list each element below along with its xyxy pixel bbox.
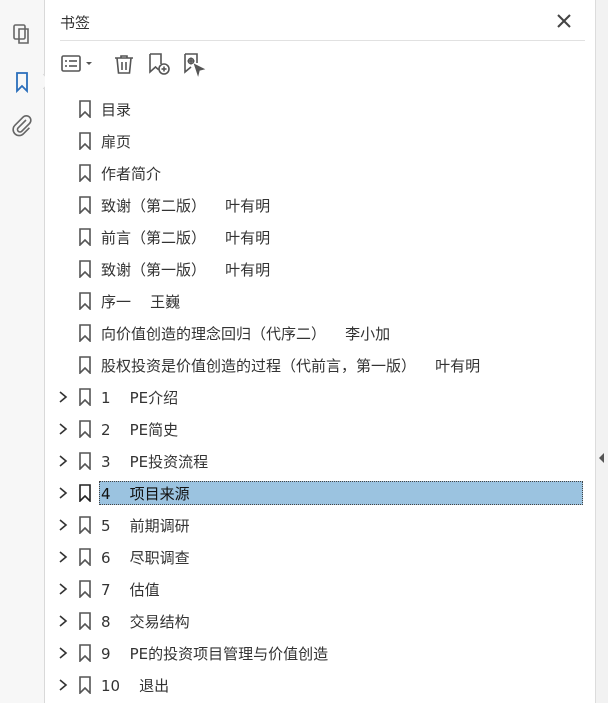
bookmark-icon bbox=[79, 100, 91, 118]
bookmark-item[interactable]: 向价值创造的理念回归（代序二） 李小加 bbox=[45, 317, 596, 349]
options-menu-icon bbox=[61, 55, 92, 72]
options-menu-button[interactable] bbox=[60, 50, 96, 78]
bookmark-icon bbox=[79, 484, 91, 502]
bookmark-item-selected[interactable]: 4 项目来源 bbox=[45, 477, 596, 509]
panel-header: 书签 bbox=[60, 8, 585, 41]
bookmark-icon bbox=[79, 196, 91, 214]
bookmark-item[interactable]: 6 尽职调查 bbox=[45, 541, 596, 573]
attachment-icon[interactable] bbox=[10, 114, 34, 138]
bookmark-label: 致谢（第一版） 叶有明 bbox=[101, 261, 271, 279]
bookmark-label: 7 估值 bbox=[101, 581, 160, 599]
new-bookmark-icon bbox=[149, 53, 170, 75]
chevron-right-icon[interactable] bbox=[57, 518, 69, 532]
bookmark-icon bbox=[79, 292, 91, 310]
bookmark-item[interactable]: 股权投资是价值创造的过程（代前言，第一版） 叶有明 bbox=[45, 349, 596, 381]
bookmark-icon bbox=[79, 452, 91, 470]
chevron-right-icon[interactable] bbox=[57, 390, 69, 404]
bookmark-item[interactable]: 3 PE投资流程 bbox=[45, 445, 596, 477]
bookmark-label: 股权投资是价值创造的过程（代前言，第一版） 叶有明 bbox=[101, 357, 481, 375]
bookmark-icon bbox=[79, 132, 91, 150]
new-bookmark-button[interactable] bbox=[146, 50, 172, 78]
bookmark-item[interactable]: 8 交易结构 bbox=[45, 605, 596, 637]
bookmark-icon bbox=[79, 260, 91, 278]
bookmark-icon bbox=[79, 420, 91, 438]
bookmark-icon bbox=[79, 516, 91, 534]
bookmark-label: 序一 王巍 bbox=[101, 293, 181, 311]
chevron-right-icon[interactable] bbox=[57, 422, 69, 436]
bookmark-icon bbox=[79, 388, 91, 406]
close-panel-button[interactable] bbox=[553, 10, 575, 32]
chevron-right-icon[interactable] bbox=[57, 614, 69, 628]
bookmark-icon bbox=[79, 676, 91, 694]
bookmark-label: 8 交易结构 bbox=[101, 613, 190, 631]
bookmark-label: 6 尽职调查 bbox=[101, 549, 190, 567]
panel-splitter[interactable] bbox=[595, 0, 608, 703]
bookmark-item[interactable]: 前言（第二版） 叶有明 bbox=[45, 221, 596, 253]
pages-icon[interactable] bbox=[10, 22, 34, 46]
bookmark-item[interactable]: 7 估值 bbox=[45, 573, 596, 605]
bookmark-label: 5 前期调研 bbox=[101, 517, 190, 535]
chevron-right-icon[interactable] bbox=[57, 486, 69, 500]
bookmark-from-selection-button[interactable] bbox=[180, 50, 206, 78]
bookmark-label: 4 项目来源 bbox=[101, 485, 190, 503]
navigation-rail bbox=[0, 0, 45, 703]
bookmark-from-selection-icon bbox=[184, 53, 206, 77]
bookmark-toolbar bbox=[60, 50, 585, 80]
bookmark-item[interactable]: 目录 bbox=[45, 93, 596, 125]
bookmark-item[interactable]: 5 前期调研 bbox=[45, 509, 596, 541]
bookmark-icon bbox=[79, 580, 91, 598]
bookmark-label: 3 PE投资流程 bbox=[101, 453, 209, 471]
bookmark-icon[interactable] bbox=[10, 70, 34, 94]
bookmark-label: 前言（第二版） 叶有明 bbox=[101, 229, 271, 247]
bookmark-icon bbox=[79, 356, 91, 374]
bookmark-label: 向价值创造的理念回归（代序二） 李小加 bbox=[101, 325, 391, 343]
bookmarks-panel: 书签 目录 扉页 作者简介 致谢（第二版） 叶有明 前言（第二版） 叶有明 致谢… bbox=[45, 0, 596, 703]
bookmark-label: 2 PE简史 bbox=[101, 421, 179, 439]
bookmark-label: 作者简介 bbox=[101, 165, 162, 183]
bookmark-item[interactable]: 致谢（第二版） 叶有明 bbox=[45, 189, 596, 221]
chevron-right-icon[interactable] bbox=[57, 646, 69, 660]
chevron-right-icon[interactable] bbox=[57, 454, 69, 468]
bookmark-label: 扉页 bbox=[101, 133, 132, 151]
bookmark-item[interactable]: 9 PE的投资项目管理与价值创造 bbox=[45, 637, 596, 669]
bookmark-item[interactable]: 扉页 bbox=[45, 125, 596, 157]
bookmark-icon bbox=[79, 612, 91, 630]
bookmark-icon bbox=[79, 228, 91, 246]
bookmark-item[interactable]: 序一 王巍 bbox=[45, 285, 596, 317]
bookmark-label: 1 PE介绍 bbox=[101, 389, 179, 407]
bookmark-label: 9 PE的投资项目管理与价值创造 bbox=[101, 645, 329, 663]
chevron-right-icon[interactable] bbox=[57, 550, 69, 564]
bookmark-item[interactable]: 1 PE介绍 bbox=[45, 381, 596, 413]
bookmark-label: 致谢（第二版） 叶有明 bbox=[101, 197, 271, 215]
bookmark-item[interactable]: 2 PE简史 bbox=[45, 413, 596, 445]
bookmark-icon bbox=[79, 164, 91, 182]
delete-bookmark-button[interactable] bbox=[112, 50, 136, 78]
delete-bookmark-icon bbox=[115, 55, 133, 74]
bookmark-item[interactable]: 10 退出 bbox=[45, 669, 596, 701]
chevron-right-icon[interactable] bbox=[57, 582, 69, 596]
bookmark-icon bbox=[79, 644, 91, 662]
bookmark-item[interactable]: 作者简介 bbox=[45, 157, 596, 189]
collapse-panel-icon[interactable] bbox=[598, 452, 606, 464]
bookmark-icon bbox=[79, 548, 91, 566]
bookmark-label: 10 退出 bbox=[101, 677, 170, 695]
bookmark-item[interactable]: 致谢（第一版） 叶有明 bbox=[45, 253, 596, 285]
panel-title: 书签 bbox=[60, 14, 91, 32]
bookmark-label: 目录 bbox=[101, 101, 132, 119]
chevron-right-icon[interactable] bbox=[57, 678, 69, 692]
bookmark-icon bbox=[79, 324, 91, 342]
